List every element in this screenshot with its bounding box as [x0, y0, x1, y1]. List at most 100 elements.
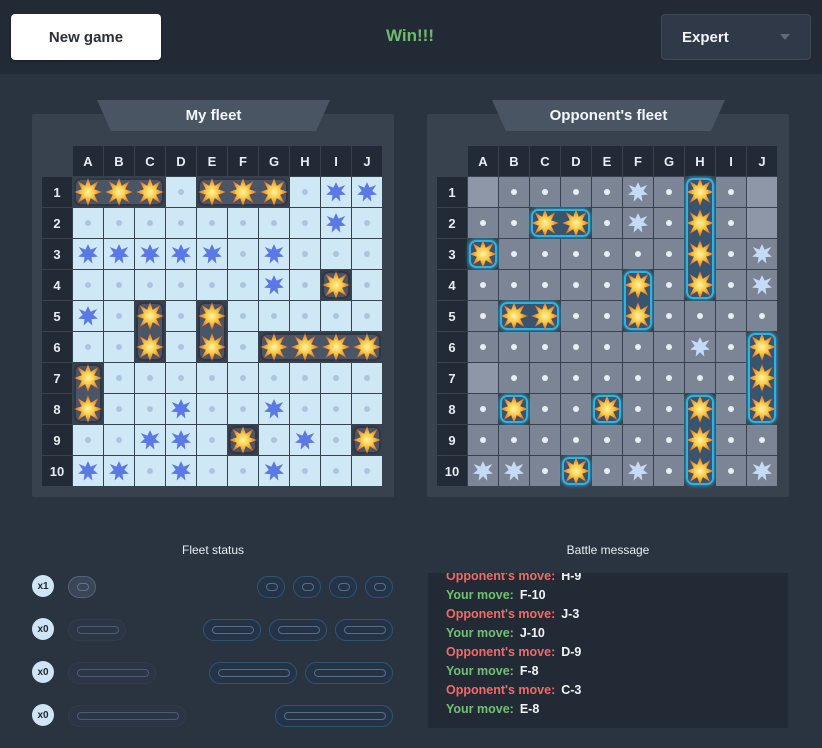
- board-cell[interactable]: [166, 301, 196, 331]
- board-cell[interactable]: [623, 425, 653, 455]
- board-cell[interactable]: [592, 177, 622, 207]
- board-cell[interactable]: [259, 239, 289, 269]
- board-cell[interactable]: [352, 394, 382, 424]
- board-cell[interactable]: [530, 394, 560, 424]
- board-cell[interactable]: [499, 177, 529, 207]
- board-cell[interactable]: [352, 456, 382, 486]
- board-cell[interactable]: [352, 208, 382, 238]
- board-cell[interactable]: [623, 363, 653, 393]
- board-cell[interactable]: [623, 332, 653, 362]
- board-cell[interactable]: [530, 239, 560, 269]
- board-cell[interactable]: [468, 208, 498, 238]
- board-cell[interactable]: [716, 177, 746, 207]
- board-cell[interactable]: [468, 363, 498, 393]
- board-cell[interactable]: [135, 394, 165, 424]
- board-cell[interactable]: [228, 208, 258, 238]
- board-cell[interactable]: [197, 456, 227, 486]
- board-cell[interactable]: [73, 208, 103, 238]
- board-cell[interactable]: [561, 239, 591, 269]
- board-cell[interactable]: [561, 332, 591, 362]
- board-cell[interactable]: [135, 456, 165, 486]
- board-cell[interactable]: [530, 177, 560, 207]
- board-cell[interactable]: [468, 270, 498, 300]
- board-cell[interactable]: [73, 456, 103, 486]
- board-cell[interactable]: [499, 332, 529, 362]
- board-cell[interactable]: [197, 363, 227, 393]
- board-cell[interactable]: [685, 301, 715, 331]
- board-cell[interactable]: [716, 239, 746, 269]
- board-cell[interactable]: [259, 363, 289, 393]
- board-cell[interactable]: [747, 270, 777, 300]
- board-cell[interactable]: [135, 208, 165, 238]
- board-cell[interactable]: [259, 425, 289, 455]
- board-cell[interactable]: [561, 177, 591, 207]
- board-cell[interactable]: [352, 239, 382, 269]
- board-cell[interactable]: [499, 363, 529, 393]
- board-cell[interactable]: [228, 301, 258, 331]
- board-cell[interactable]: [654, 363, 684, 393]
- board-cell[interactable]: [685, 363, 715, 393]
- board-cell[interactable]: [166, 270, 196, 300]
- board-cell[interactable]: [290, 239, 320, 269]
- board-cell[interactable]: [561, 363, 591, 393]
- board-cell[interactable]: [259, 270, 289, 300]
- board-cell[interactable]: [197, 425, 227, 455]
- board-cell[interactable]: [592, 456, 622, 486]
- board-cell[interactable]: [197, 270, 227, 300]
- board-cell[interactable]: [321, 363, 351, 393]
- board-cell[interactable]: [468, 332, 498, 362]
- board-cell[interactable]: [197, 208, 227, 238]
- board-cell[interactable]: [166, 332, 196, 362]
- board-cell[interactable]: [747, 425, 777, 455]
- board-cell[interactable]: [499, 208, 529, 238]
- board-cell[interactable]: [592, 239, 622, 269]
- board-cell[interactable]: [259, 208, 289, 238]
- board-cell[interactable]: [592, 270, 622, 300]
- board-cell[interactable]: [561, 425, 591, 455]
- board-cell[interactable]: [623, 208, 653, 238]
- new-game-button[interactable]: New game: [11, 14, 161, 60]
- battle-message-log[interactable]: Opponent's move: H-9 Your move: F-10 Opponen…: [428, 573, 788, 728]
- board-cell[interactable]: [716, 332, 746, 362]
- board-cell[interactable]: [228, 332, 258, 362]
- board-cell[interactable]: [321, 425, 351, 455]
- board-cell[interactable]: [623, 239, 653, 269]
- board-cell[interactable]: [747, 301, 777, 331]
- board-cell[interactable]: [499, 425, 529, 455]
- board-cell[interactable]: [104, 456, 134, 486]
- board-cell[interactable]: [468, 394, 498, 424]
- board-cell[interactable]: [290, 301, 320, 331]
- board-cell[interactable]: [468, 456, 498, 486]
- board-cell[interactable]: [197, 239, 227, 269]
- board-cell[interactable]: [530, 363, 560, 393]
- board-cell[interactable]: [321, 301, 351, 331]
- board-cell[interactable]: [654, 208, 684, 238]
- board-cell[interactable]: [104, 332, 134, 362]
- board-cell[interactable]: [654, 177, 684, 207]
- board-cell[interactable]: [73, 301, 103, 331]
- board-cell[interactable]: [135, 270, 165, 300]
- board-cell[interactable]: [321, 208, 351, 238]
- board-cell[interactable]: [592, 301, 622, 331]
- board-cell[interactable]: [499, 239, 529, 269]
- board-cell[interactable]: [747, 239, 777, 269]
- board-cell[interactable]: [530, 425, 560, 455]
- board-cell[interactable]: [166, 456, 196, 486]
- board-cell[interactable]: [166, 208, 196, 238]
- board-cell[interactable]: [561, 270, 591, 300]
- board-cell[interactable]: [747, 177, 777, 207]
- board-cell[interactable]: [104, 363, 134, 393]
- board-cell[interactable]: [104, 270, 134, 300]
- board-cell[interactable]: [290, 208, 320, 238]
- board-cell[interactable]: [561, 394, 591, 424]
- board-cell[interactable]: [716, 456, 746, 486]
- board-cell[interactable]: [166, 425, 196, 455]
- board-cell[interactable]: [321, 239, 351, 269]
- board-cell[interactable]: [197, 394, 227, 424]
- board-cell[interactable]: [716, 270, 746, 300]
- board-cell[interactable]: [228, 456, 258, 486]
- board-cell[interactable]: [135, 239, 165, 269]
- board-cell[interactable]: [530, 332, 560, 362]
- board-cell[interactable]: [716, 301, 746, 331]
- board-cell[interactable]: [468, 177, 498, 207]
